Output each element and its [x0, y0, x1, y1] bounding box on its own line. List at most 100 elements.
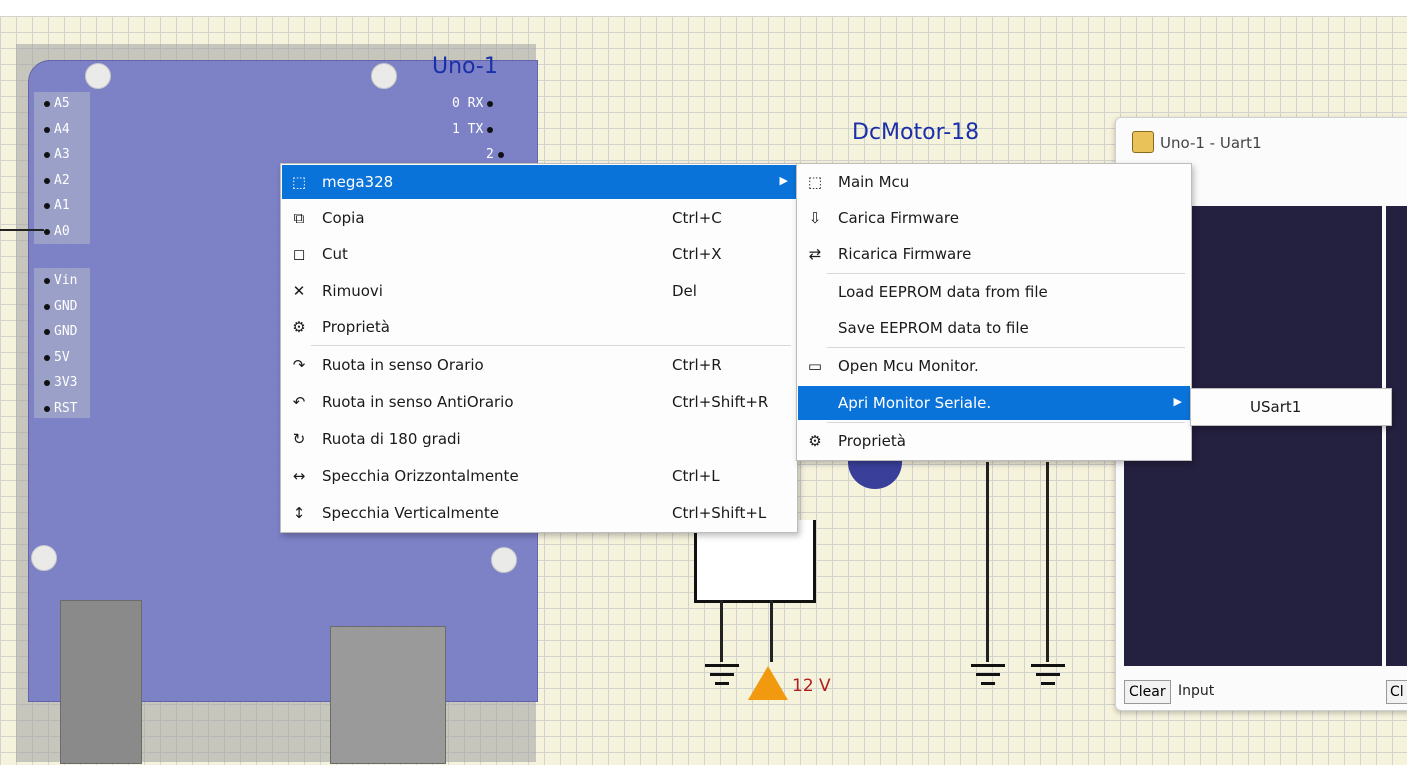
menu-item[interactable]: USart1	[1192, 390, 1390, 424]
menu-item[interactable]: ◻ Cut Ctrl+X	[282, 237, 796, 271]
menu-item[interactable]: ⬚ Main Mcu	[798, 165, 1190, 199]
menu-item[interactable]: Load EEPROM data from file	[798, 275, 1190, 309]
rotate-cw-icon: ↷	[292, 356, 306, 374]
pin-dot	[44, 100, 50, 107]
pin-label[interactable]: GND	[40, 299, 77, 314]
pin-label[interactable]: A0	[40, 224, 70, 239]
load-firmware-icon: ⇩	[808, 209, 822, 227]
monitor-icon: ▭	[807, 357, 823, 375]
menu-item[interactable]: ↔ Specchia Orizzontalmente Ctrl+L	[282, 459, 796, 493]
properties-icon: ⚙	[292, 318, 306, 336]
pin-dot	[44, 202, 50, 209]
clear-button-secondary[interactable]: Cl	[1386, 680, 1407, 704]
menu-item-label: Specchia Orizzontalmente	[322, 467, 519, 485]
context-menu: ⬚ mega328 ▶ ⧉ Copia Ctrl+C ◻ Cut Ctrl+X ✕ Rimuovi D…	[280, 163, 798, 533]
menu-item-shortcut: Ctrl+C	[672, 209, 722, 227]
pin-text: 5V	[54, 350, 70, 365]
menu-item-label: Open Mcu Monitor.	[838, 357, 979, 375]
menu-item[interactable]: ⇄ Ricarica Firmware	[798, 237, 1190, 271]
menu-item-label: Load EEPROM data from file	[838, 283, 1048, 301]
rotate-180-icon: ↻	[292, 430, 306, 448]
menu-item[interactable]: ↷ Ruota in senso Orario Ctrl+R	[282, 348, 796, 382]
mount-hole	[85, 63, 111, 89]
menu-item[interactable]: ✕ Rimuovi Del	[282, 274, 796, 308]
pin-text: GND	[54, 324, 78, 339]
reload-firmware-icon: ⇄	[808, 245, 822, 263]
pin-label[interactable]: 1 TX	[452, 122, 497, 137]
submenu-arrow-icon: ▶	[1173, 395, 1182, 408]
menu-item[interactable]: Apri Monitor Seriale. ▶	[798, 386, 1190, 420]
pin-label[interactable]: 5V	[40, 350, 70, 365]
power-source-triangle[interactable]	[748, 666, 788, 700]
menu-item[interactable]: ↕ Specchia Verticalmente Ctrl+Shift+L	[282, 496, 796, 530]
menu-item[interactable]: ⧉ Copia Ctrl+C	[282, 201, 796, 235]
menu-item-label: Ruota in senso Orario	[322, 356, 484, 374]
menu-item[interactable]: Save EEPROM data to file	[798, 311, 1190, 345]
flip-vertical-icon: ↕	[292, 504, 306, 522]
wire[interactable]	[986, 462, 989, 662]
pin-label[interactable]: A5	[40, 96, 70, 111]
menu-item[interactable]: ↻ Ruota di 180 gradi	[282, 422, 796, 456]
menu-item-label: Carica Firmware	[838, 209, 959, 227]
pin-dot	[44, 177, 50, 184]
menu-item[interactable]: ⚙ Proprietà	[282, 310, 796, 344]
pin-dot	[44, 228, 50, 235]
pin-label[interactable]: A1	[40, 198, 70, 213]
menu-item-label: Main Mcu	[838, 173, 910, 191]
menu-item[interactable]: ⇩ Carica Firmware	[798, 201, 1190, 235]
menu-item[interactable]: ⚙ Proprietà	[798, 424, 1190, 458]
wire[interactable]	[1046, 462, 1049, 662]
pin-label[interactable]: RST	[40, 401, 77, 416]
mount-hole	[31, 545, 57, 571]
pin-label[interactable]: 3V3	[40, 375, 77, 390]
menu-item-label: Proprietà	[322, 318, 390, 336]
remove-icon: ✕	[292, 282, 306, 300]
pin-dot	[44, 303, 50, 310]
pin-text: GND	[54, 299, 78, 314]
pin-label[interactable]: Vin	[40, 273, 77, 288]
ground-symbol	[1031, 662, 1065, 690]
rotate-ccw-icon: ↶	[292, 393, 306, 411]
wire[interactable]	[720, 600, 723, 662]
menu-item[interactable]: ⬚ mega328 ▶	[282, 165, 796, 199]
analog-pin-header	[34, 92, 90, 244]
menu-item-label: Proprietà	[838, 432, 906, 450]
pin-label[interactable]: A2	[40, 173, 70, 188]
clear-button[interactable]: Clear	[1124, 680, 1171, 704]
mount-hole	[491, 547, 517, 573]
chip-icon: ⬚	[291, 173, 307, 191]
pin-text: A0	[54, 224, 70, 239]
pin-label[interactable]: A3	[40, 147, 70, 162]
uart-window-title: Uno-1 - Uart1	[1160, 134, 1262, 152]
wire[interactable]	[770, 600, 773, 662]
menu-item-label: Ricarica Firmware	[838, 245, 972, 263]
menu-item-label: Ruota in senso AntiOrario	[322, 393, 514, 411]
menu-item[interactable]: ▭ Open Mcu Monitor.	[798, 349, 1190, 383]
power-pin-header	[34, 268, 90, 418]
pin-label[interactable]: 2	[486, 147, 508, 162]
pin-label[interactable]: GND	[40, 324, 77, 339]
menu-item[interactable]: ↶ Ruota in senso AntiOrario Ctrl+Shift+R	[282, 385, 796, 419]
menu-separator	[311, 345, 791, 346]
board-title: Uno-1	[432, 54, 498, 79]
pin-text: 3V3	[54, 375, 78, 390]
cut-icon: ◻	[292, 245, 306, 263]
menu-item-label: Specchia Verticalmente	[322, 504, 500, 522]
menu-item-label: Rimuovi	[322, 282, 383, 300]
pin-label[interactable]: 0 RX	[452, 96, 497, 111]
menu-item-shortcut: Ctrl+R	[672, 356, 722, 374]
uart-output-pane-secondary[interactable]	[1386, 206, 1407, 666]
pin-dot	[44, 151, 50, 158]
copy-icon: ⧉	[293, 209, 305, 227]
menu-item-label: mega328	[322, 173, 394, 191]
menu-item-label: Save EEPROM data to file	[838, 319, 1029, 337]
wire-a0[interactable]	[0, 229, 44, 231]
menu-item-shortcut: Ctrl+Shift+R	[672, 393, 769, 411]
motor-label: DcMotor-18	[852, 120, 980, 145]
pin-dot	[44, 277, 50, 284]
menu-item-label: USart1	[1250, 398, 1302, 416]
pin-text: A2	[54, 173, 70, 188]
pin-label[interactable]: A4	[40, 122, 70, 137]
submenu-arrow-icon: ▶	[779, 174, 788, 187]
pin-text: RST	[54, 401, 78, 416]
